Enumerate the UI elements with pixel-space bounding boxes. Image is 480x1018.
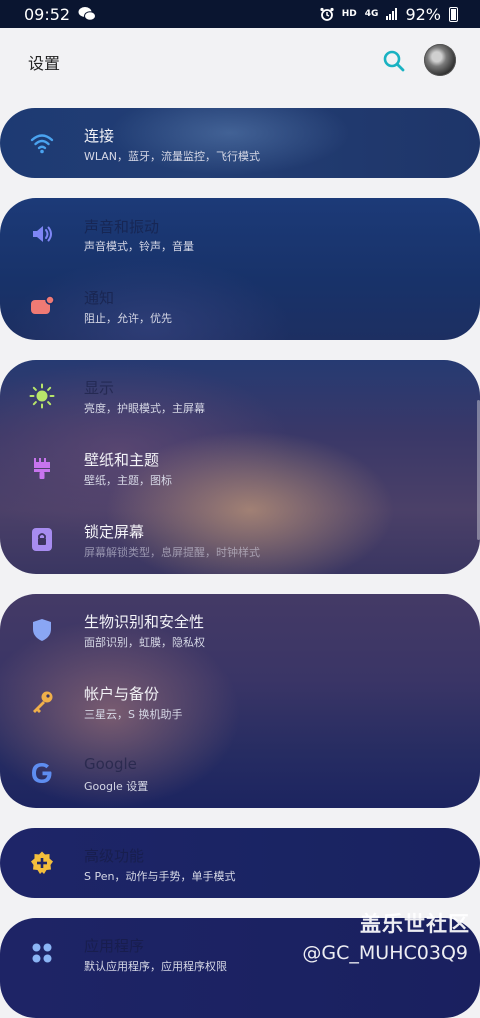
watermark-user: @GC_MUHC03Q9 <box>302 942 468 964</box>
settings-item-subtitle: WLAN，蓝牙，流量监控，飞行模式 <box>84 150 261 163</box>
settings-item-accounts-backup[interactable]: 帐户与备份 三星云，S 换机助手 <box>0 666 480 738</box>
brightness-icon <box>29 383 55 409</box>
hd-indicator: HD <box>341 9 357 19</box>
settings-item-biometrics-security[interactable]: 生物识别和安全性 面部识别，虹膜，隐私权 <box>0 594 480 666</box>
settings-item-advanced-features[interactable]: 高级功能 S Pen，动作与手势，单手模式 <box>0 828 480 898</box>
status-bar: 09:52 HD 4G 92% <box>0 0 480 28</box>
settings-item-notifications[interactable]: 通知 阻止，允许，优先 <box>0 270 480 340</box>
settings-group-display: 显示 亮度，护眼模式，主屏幕 壁纸和主题 壁纸，主题，图标 锁定屏幕 屏幕解锁类… <box>0 360 480 574</box>
settings-item-lock-screen[interactable]: 锁定屏幕 屏幕解锁类型，息屏提醒，时钟样式 <box>0 504 480 574</box>
settings-item-subtitle: 声音模式，铃声，音量 <box>84 240 194 253</box>
settings-item-sound[interactable]: 声音和振动 声音模式，铃声，音量 <box>0 198 480 270</box>
settings-item-title: 通知 <box>84 289 115 307</box>
settings-item-subtitle: S Pen，动作与手势，单手模式 <box>84 870 236 883</box>
settings-item-connections[interactable]: 连接 WLAN，蓝牙，流量监控，飞行模式 <box>0 108 480 178</box>
settings-item-subtitle: 亮度，护眼模式，主屏幕 <box>84 402 205 415</box>
settings-item-title: 帐户与备份 <box>84 685 160 703</box>
speaker-icon <box>33 226 52 242</box>
settings-item-subtitle: 三星云，S 换机助手 <box>84 708 183 721</box>
signal-icon <box>386 8 398 20</box>
network-indicator: 4G <box>364 9 379 19</box>
google-icon <box>32 763 52 783</box>
settings-item-title: Google <box>84 755 137 773</box>
status-time: 09:52 <box>24 4 71 24</box>
battery-percent: 92% <box>405 4 441 24</box>
settings-item-title: 高级功能 <box>84 847 145 865</box>
avatar[interactable] <box>424 44 456 76</box>
settings-item-title: 壁纸和主题 <box>84 451 160 469</box>
settings-group-advanced: 高级功能 S Pen，动作与手势，单手模式 <box>0 828 480 898</box>
settings-item-wallpaper-themes[interactable]: 壁纸和主题 壁纸，主题，图标 <box>0 432 480 504</box>
shield-icon <box>33 619 51 641</box>
settings-group-security: 生物识别和安全性 面部识别，虹膜，隐私权 帐户与备份 三星云，S 换机助手 Go… <box>0 594 480 808</box>
settings-item-title: 显示 <box>84 379 115 397</box>
header: 设置 <box>0 28 480 92</box>
settings-item-subtitle: 阻止，允许，优先 <box>84 312 172 325</box>
apps-icon <box>32 943 52 963</box>
alarm-icon <box>320 7 334 21</box>
settings-item-display[interactable]: 显示 亮度，护眼模式，主屏幕 <box>0 360 480 432</box>
notification-icon <box>31 295 55 314</box>
page-title: 设置 <box>28 54 61 73</box>
brush-icon <box>34 458 50 479</box>
settings-item-title: 锁定屏幕 <box>84 523 145 541</box>
lock-icon <box>32 528 52 551</box>
battery-icon <box>449 6 458 22</box>
settings-item-title: 生物识别和安全性 <box>84 613 205 631</box>
settings-group-sound: 声音和振动 声音模式，铃声，音量 通知 阻止，允许，优先 <box>0 198 480 340</box>
settings-item-subtitle: Google 设置 <box>84 780 149 793</box>
settings-group-connections: 连接 WLAN，蓝牙，流量监控，飞行模式 <box>0 108 480 178</box>
settings-item-subtitle: 默认应用程序，应用程序权限 <box>84 960 227 973</box>
wechat-icon <box>78 7 97 21</box>
settings-item-title: 应用程序 <box>84 937 145 955</box>
advanced-features-icon <box>31 851 53 874</box>
settings-item-title: 声音和振动 <box>84 218 160 236</box>
settings-item-subtitle: 壁纸，主题，图标 <box>84 474 172 487</box>
settings-item-google[interactable]: Google Google 设置 <box>0 738 480 808</box>
search-icon[interactable] <box>380 47 408 75</box>
settings-item-subtitle: 屏幕解锁类型，息屏提醒，时钟样式 <box>84 546 260 559</box>
settings-item-title: 连接 <box>84 127 115 145</box>
wifi-icon <box>30 134 54 154</box>
key-icon <box>33 691 53 713</box>
watermark-brand: 盖乐世社区 <box>360 912 470 936</box>
settings-item-subtitle: 面部识别，虹膜，隐私权 <box>84 636 205 649</box>
